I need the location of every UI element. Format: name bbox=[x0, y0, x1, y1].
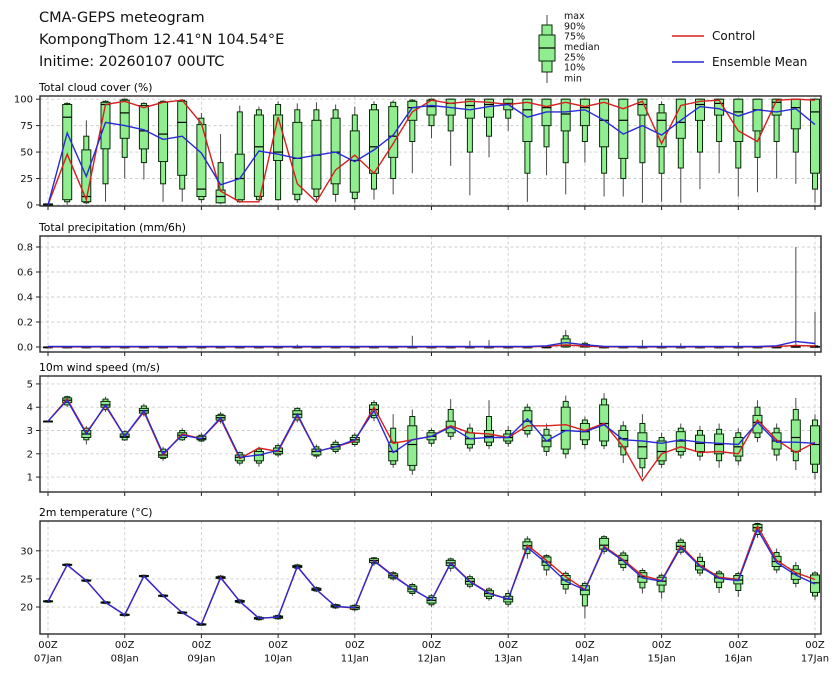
x-tick-day: 09Jan bbox=[187, 654, 215, 665]
y-tick-label: 3 bbox=[27, 426, 33, 437]
panel-cloud: Total cloud cover (%) 0 25 50 75 100 bbox=[14, 81, 821, 211]
x-tick-hour: 00Z bbox=[115, 640, 135, 651]
panel-precip: Total precipitation (mm/6h) 0.0 0.2 0.4 0.6 0… bbox=[17, 221, 821, 356]
legend-quantile-label: 75% bbox=[564, 32, 585, 43]
legend-quantile-label: min bbox=[564, 74, 582, 85]
y-tick-label: 30 bbox=[20, 546, 33, 557]
panel-title-precip: Total precipitation (mm/6h) bbox=[38, 221, 186, 234]
y-tick-label: 0.0 bbox=[17, 343, 33, 354]
x-tick-hour: 00Z bbox=[38, 640, 58, 651]
x-tick-day: 14Jan bbox=[571, 654, 599, 665]
x-tick-hour: 00Z bbox=[805, 640, 825, 651]
x-axis-labels: 00Z 07Jan 00Z 08Jan 00Z 09Jan 00Z 10Jan 00Z 11Jan… bbox=[34, 640, 829, 665]
x-tick-hour: 00Z bbox=[192, 640, 212, 651]
x-tick-hour: 00Z bbox=[729, 640, 749, 651]
panel-title-wind: 10m wind speed (m/s) bbox=[39, 361, 160, 374]
panel-wind: 10m wind speed (m/s) 1 2 3 4 5 bbox=[27, 361, 821, 496]
legend-line-label: Ensemble Mean bbox=[712, 55, 807, 69]
x-tick-hour: 00Z bbox=[268, 640, 288, 651]
panel-temp: 2m temperature (°C) 20 25 30 bbox=[20, 506, 821, 638]
y-tick-label: 25 bbox=[20, 574, 33, 585]
line-legend: Control Ensemble Mean bbox=[672, 29, 807, 69]
chart-title: CMA-GEPS meteogram bbox=[39, 7, 284, 29]
y-tick-label: 2 bbox=[27, 449, 33, 460]
x-tick-day: 16Jan bbox=[724, 654, 752, 665]
y-tick-label: 1 bbox=[27, 473, 33, 484]
x-tick-hour: 00Z bbox=[575, 640, 595, 651]
y-tick-label: 0.8 bbox=[17, 243, 33, 254]
x-tick-day: 17Jan bbox=[801, 654, 829, 665]
y-tick-label: 0.4 bbox=[17, 293, 33, 304]
chart-header: CMA-GEPS meteogram KompongThom 12.41°N 1… bbox=[39, 7, 284, 73]
x-tick-day: 07Jan bbox=[34, 654, 62, 665]
chart-location: KompongThom 12.41°N 104.54°E bbox=[39, 29, 284, 51]
legend-line-label: Control bbox=[712, 29, 755, 43]
meteogram-chart: Total cloud cover (%)0255075100Total pre… bbox=[0, 0, 839, 680]
panel-title-temp: 2m temperature (°C) bbox=[39, 506, 152, 519]
x-tick-day: 13Jan bbox=[494, 654, 522, 665]
x-tick-hour: 00Z bbox=[422, 640, 442, 651]
y-tick-label: 0.6 bbox=[17, 268, 33, 279]
panel-title-cloud: Total cloud cover (%) bbox=[38, 81, 152, 94]
chart-inittime: Initime: 20260107 00UTC bbox=[39, 51, 284, 73]
x-tick-day: 10Jan bbox=[264, 654, 292, 665]
legend-quantile-label: 10% bbox=[564, 63, 585, 74]
x-tick-hour: 00Z bbox=[652, 640, 672, 651]
legend-quantile-label: median bbox=[564, 42, 600, 53]
y-tick-label: 0.2 bbox=[17, 318, 33, 329]
y-tick-label: 25 bbox=[20, 174, 33, 185]
meteogram-page: Total cloud cover (%)0255075100Total pre… bbox=[0, 0, 839, 680]
x-tick-hour: 00Z bbox=[498, 640, 518, 651]
y-tick-label: 5 bbox=[27, 379, 33, 390]
x-tick-day: 12Jan bbox=[417, 654, 445, 665]
y-tick-label: 50 bbox=[20, 148, 33, 159]
x-tick-hour: 00Z bbox=[345, 640, 365, 651]
boxplot-legend: max90%75%median25%10%min bbox=[539, 11, 600, 85]
y-tick-label: 100 bbox=[14, 95, 33, 106]
y-tick-label: 4 bbox=[27, 403, 33, 414]
x-tick-day: 08Jan bbox=[111, 654, 139, 665]
y-tick-label: 75 bbox=[20, 121, 33, 132]
y-tick-label: 0 bbox=[27, 200, 33, 211]
y-tick-label: 20 bbox=[20, 603, 33, 614]
legend-quantile-label: max bbox=[564, 11, 585, 22]
x-tick-day: 15Jan bbox=[648, 654, 676, 665]
x-tick-day: 11Jan bbox=[341, 654, 369, 665]
